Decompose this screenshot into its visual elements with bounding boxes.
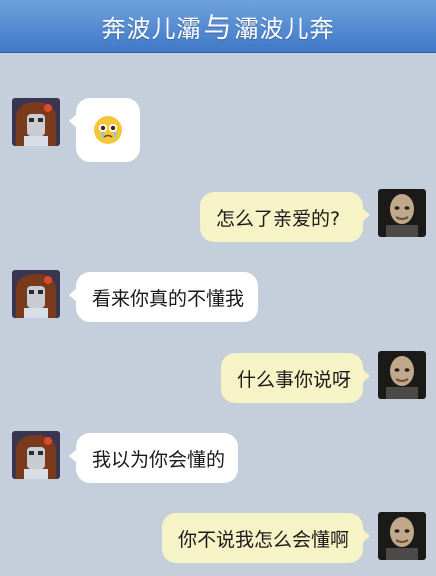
message-bubble-1[interactable] [69,98,140,162]
right-avatar[interactable] [378,189,426,237]
message-bubble-6[interactable]: 你不说我怎么会懂啊 [162,513,370,563]
man-avatar-icon [378,351,426,399]
girl-avatar-icon [12,98,60,146]
message-text: 什么事你说呀 [237,368,352,391]
message-bubble-4[interactable]: 什么事你说呀 [221,353,370,403]
message-text: 你不说我怎么会懂啊 [178,528,350,551]
message-bubble-3[interactable]: 看来你真的不懂我 [69,272,258,322]
left-avatar[interactable] [12,270,60,318]
chat-title-join: 与 [203,11,233,44]
left-avatar[interactable] [12,98,60,146]
girl-avatar-icon [12,431,60,479]
left-avatar[interactable] [12,431,60,479]
chat-title-left: 奔波儿灞 [101,14,202,43]
right-avatar[interactable] [378,351,426,399]
message-text: 看来你真的不懂我 [92,287,245,310]
chat-title-bar: 奔波儿灞 与 灞波儿奔 [0,0,436,53]
message-bubble-2[interactable]: 怎么了亲爱的? [200,192,370,242]
message-text: 我以为你会懂的 [92,448,226,471]
man-avatar-icon [378,189,426,237]
message-text: 怎么了亲爱的? [216,207,341,230]
girl-avatar-icon [12,270,60,318]
message-bubble-5[interactable]: 我以为你会懂的 [69,433,238,483]
crying-face-icon [94,116,122,144]
man-avatar-icon [378,512,426,560]
chat-title-right: 灞波儿奔 [234,14,335,43]
right-avatar[interactable] [378,512,426,560]
